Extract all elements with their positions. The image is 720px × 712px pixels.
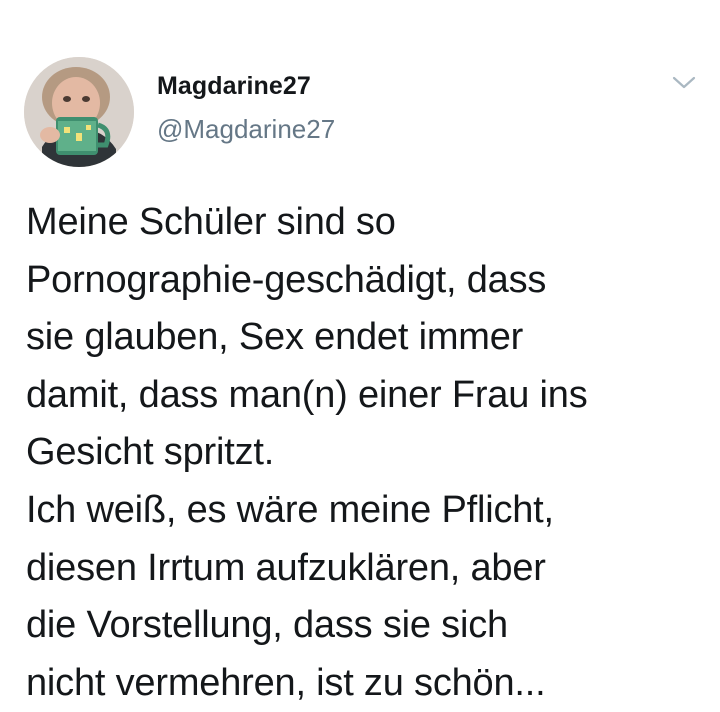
- chevron-down-icon[interactable]: [671, 74, 697, 92]
- avatar[interactable]: [24, 57, 134, 167]
- user-handle[interactable]: @Magdarine27: [157, 114, 335, 145]
- tweet-text: Meine Schüler sind so Pornographie-gesch…: [26, 201, 588, 704]
- tweet-card: Magdarine27 @Magdarine27 Meine Schüler s…: [0, 0, 720, 704]
- display-name[interactable]: Magdarine27: [157, 72, 311, 101]
- profile-photo: [24, 57, 134, 167]
